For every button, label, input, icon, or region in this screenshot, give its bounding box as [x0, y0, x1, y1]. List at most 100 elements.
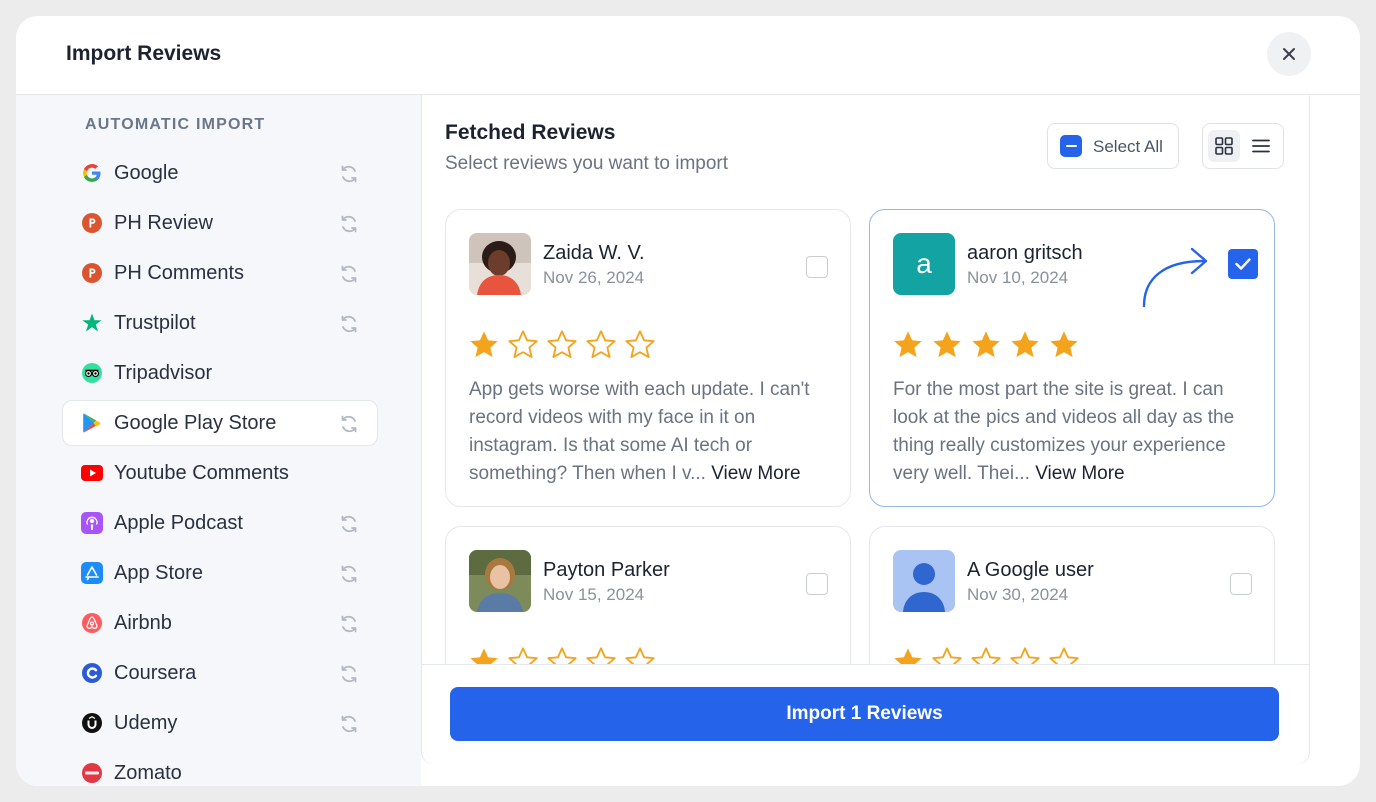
fetched-reviews-panel: Fetched Reviews Select reviews you want …	[421, 95, 1310, 764]
youtube-icon	[81, 462, 103, 484]
window-frame: Import Reviews AUTOMATIC IMPORT Google P…	[0, 0, 1376, 802]
view-more-link[interactable]: View More	[1035, 463, 1124, 484]
sidebar-item-label: Google	[114, 162, 179, 184]
sidebar-item-ph-comments[interactable]: PH Comments	[62, 250, 378, 296]
review-date: Nov 30, 2024	[967, 585, 1069, 604]
avatar-initial: a	[916, 248, 932, 279]
import-reviews-button[interactable]: Import 1 Reviews	[450, 687, 1279, 741]
sidebar-section-title: AUTOMATIC IMPORT	[85, 116, 266, 133]
trustpilot-star-icon	[81, 312, 103, 334]
sync-icon[interactable]	[338, 313, 360, 335]
sidebar-item-tripadvisor[interactable]: Tripadvisor	[62, 350, 378, 396]
star-filled-icon	[1050, 331, 1078, 358]
sidebar-item-zomato[interactable]: Zomato	[62, 750, 378, 786]
sidebar-item-udemy[interactable]: Udemy	[62, 700, 378, 746]
sidebar-item-label: Zomato	[114, 762, 182, 784]
coursera-icon	[81, 662, 103, 684]
star-empty-icon	[971, 647, 1001, 664]
panel-title: Fetched Reviews	[445, 121, 616, 144]
select-all-label: Select All	[1093, 137, 1163, 156]
view-toggle	[1202, 123, 1284, 169]
star-filled-icon	[933, 331, 961, 358]
grid-icon	[1215, 137, 1233, 155]
sidebar: AUTOMATIC IMPORT Google PH Review PH Com…	[16, 95, 421, 786]
sync-icon[interactable]	[338, 563, 360, 585]
review-checkbox[interactable]	[806, 573, 828, 595]
review-date: Nov 10, 2024	[967, 268, 1069, 287]
sync-icon[interactable]	[338, 713, 360, 735]
review-date: Nov 26, 2024	[543, 268, 645, 287]
sidebar-item-google-play-store[interactable]: Google Play Store	[62, 400, 378, 446]
producthunt-icon	[81, 212, 103, 234]
producthunt-icon	[81, 262, 103, 284]
review-card[interactable]: A Google user Nov 30, 2024	[869, 526, 1275, 664]
modal-title: Import Reviews	[66, 42, 222, 65]
sidebar-item-google[interactable]: Google	[62, 150, 378, 196]
star-empty-icon	[625, 647, 655, 664]
sidebar-item-ph-review[interactable]: PH Review	[62, 200, 378, 246]
star-rating	[892, 330, 1080, 360]
review-date: Nov 15, 2024	[543, 585, 645, 604]
sidebar-item-app-store[interactable]: App Store	[62, 550, 378, 596]
tripadvisor-icon	[81, 362, 103, 384]
apple-podcast-icon	[81, 512, 103, 534]
sidebar-item-label: PH Comments	[114, 262, 245, 284]
star-filled-icon	[894, 331, 922, 358]
review-checkbox[interactable]	[1230, 573, 1252, 595]
modal-footer: Import 1 Reviews	[422, 664, 1309, 764]
review-card[interactable]: Zaida W. V. Nov 26, 2024 App gets worse …	[445, 209, 851, 507]
sync-icon[interactable]	[338, 263, 360, 285]
default-user-icon	[893, 550, 955, 612]
reviewer-name: aaron gritsch	[967, 242, 1083, 264]
sync-icon[interactable]	[338, 613, 360, 635]
sync-icon[interactable]	[338, 513, 360, 535]
reviews-grid: Zaida W. V. Nov 26, 2024 App gets worse …	[445, 209, 1285, 664]
sidebar-item-label: Google Play Store	[114, 412, 277, 434]
star-rating	[468, 330, 656, 360]
list-view-button[interactable]	[1245, 130, 1277, 162]
modal-header: Import Reviews	[16, 16, 1360, 95]
reviewer-name: Payton Parker	[543, 559, 670, 581]
sidebar-item-trustpilot[interactable]: Trustpilot	[62, 300, 378, 346]
star-filled-icon	[1011, 331, 1039, 358]
review-card[interactable]: a aaron gritsch Nov 10, 2024 For the mos…	[869, 209, 1275, 507]
sidebar-item-label: Apple Podcast	[114, 512, 243, 534]
sync-icon[interactable]	[338, 413, 360, 435]
sidebar-item-coursera[interactable]: Coursera	[62, 650, 378, 696]
star-filled-icon	[470, 331, 498, 358]
google-play-icon	[81, 412, 103, 434]
reviewer-name: A Google user	[967, 559, 1094, 581]
sidebar-item-label: Coursera	[114, 662, 197, 684]
avatar	[469, 550, 531, 612]
sync-icon[interactable]	[338, 163, 360, 185]
sync-icon[interactable]	[338, 663, 360, 685]
udemy-icon	[81, 712, 103, 734]
star-empty-icon	[586, 647, 616, 664]
star-empty-icon	[508, 647, 538, 664]
grid-view-button[interactable]	[1208, 130, 1240, 162]
airbnb-icon	[81, 612, 103, 634]
sidebar-item-label: App Store	[114, 562, 203, 584]
review-card[interactable]: Payton Parker Nov 15, 2024	[445, 526, 851, 664]
star-filled-icon	[972, 331, 1000, 358]
sidebar-item-label: PH Review	[114, 212, 213, 234]
sidebar-item-youtube-comments[interactable]: Youtube Comments	[62, 450, 378, 496]
review-text: App gets worse with each update. I can't…	[469, 376, 831, 488]
sync-icon[interactable]	[338, 213, 360, 235]
sidebar-item-apple-podcast[interactable]: Apple Podcast	[62, 500, 378, 546]
reviewer-name: Zaida W. V.	[543, 242, 645, 264]
avatar: a	[893, 233, 955, 295]
star-filled-icon	[470, 648, 498, 664]
sidebar-item-airbnb[interactable]: Airbnb	[62, 600, 378, 646]
star-empty-icon	[932, 647, 962, 664]
indeterminate-checkbox-icon	[1060, 135, 1082, 157]
curved-arrow-icon	[1142, 247, 1208, 308]
avatar	[469, 233, 531, 295]
view-more-link[interactable]: View More	[711, 463, 800, 484]
sidebar-item-label: Youtube Comments	[114, 462, 289, 484]
select-all-button[interactable]: Select All	[1047, 123, 1179, 169]
review-checkbox[interactable]	[806, 256, 828, 278]
review-checkbox[interactable]	[1228, 249, 1258, 279]
close-button[interactable]	[1267, 32, 1311, 76]
source-list: Google PH Review PH Comments Trustpilot …	[62, 150, 378, 786]
